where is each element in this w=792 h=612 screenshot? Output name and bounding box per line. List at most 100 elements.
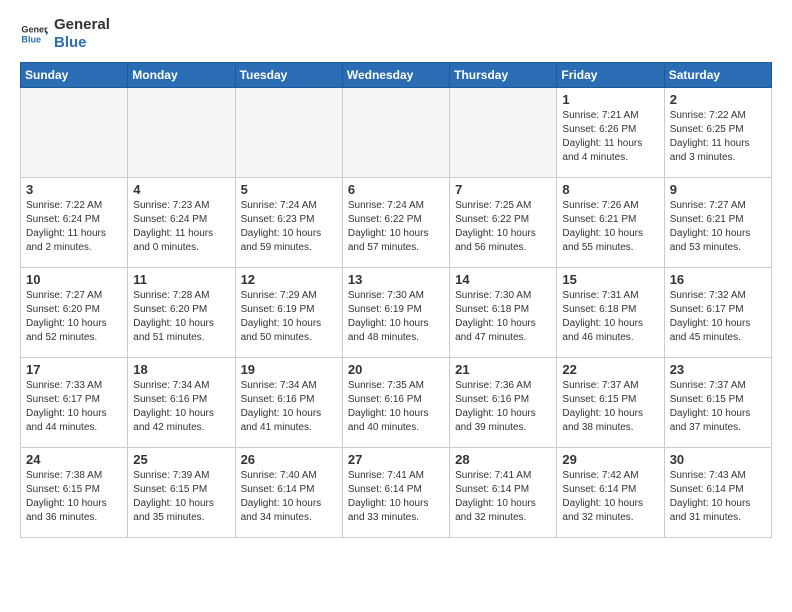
day-number: 21 <box>455 362 551 377</box>
day-info: Sunrise: 7:24 AM Sunset: 6:23 PM Dayligh… <box>241 199 337 255</box>
calendar: SundayMondayTuesdayWednesdayThursdayFrid… <box>20 62 772 538</box>
day-cell: 22 Sunrise: 7:37 AM Sunset: 6:15 PM Dayli… <box>557 358 664 448</box>
day-cell: 21 Sunrise: 7:36 AM Sunset: 6:16 PM Dayli… <box>450 358 557 448</box>
day-info: Sunrise: 7:37 AM Sunset: 6:15 PM Dayligh… <box>562 379 658 435</box>
day-info: Sunrise: 7:38 AM Sunset: 6:15 PM Dayligh… <box>26 469 122 525</box>
day-info: Sunrise: 7:24 AM Sunset: 6:22 PM Dayligh… <box>348 199 444 255</box>
svg-text:Blue: Blue <box>21 34 41 44</box>
day-info: Sunrise: 7:41 AM Sunset: 6:14 PM Dayligh… <box>455 469 551 525</box>
day-cell: 7 Sunrise: 7:25 AM Sunset: 6:22 PM Daylig… <box>450 178 557 268</box>
week-row-2: 10 Sunrise: 7:27 AM Sunset: 6:20 PM Dayli… <box>21 268 772 358</box>
weekday-header-friday: Friday <box>557 63 664 88</box>
day-cell <box>128 88 235 178</box>
day-number: 11 <box>133 272 229 287</box>
day-number: 24 <box>26 452 122 467</box>
day-info: Sunrise: 7:25 AM Sunset: 6:22 PM Dayligh… <box>455 199 551 255</box>
day-cell: 30Sunrise: 7:43 AM Sunset: 6:14 PM Dayli… <box>664 448 771 538</box>
day-number: 14 <box>455 272 551 287</box>
day-info: Sunrise: 7:34 AM Sunset: 6:16 PM Dayligh… <box>133 379 229 435</box>
day-cell: 11 Sunrise: 7:28 AM Sunset: 6:20 PM Dayli… <box>128 268 235 358</box>
day-cell: 17 Sunrise: 7:33 AM Sunset: 6:17 PM Dayli… <box>21 358 128 448</box>
day-info: Sunrise: 7:41 AM Sunset: 6:14 PM Dayligh… <box>348 469 444 525</box>
day-cell: 2 Sunrise: 7:22 AM Sunset: 6:25 PM Daylig… <box>664 88 771 178</box>
day-number: 7 <box>455 182 551 197</box>
day-number: 10 <box>26 272 122 287</box>
header: General Blue General Blue <box>20 16 772 52</box>
day-info: Sunrise: 7:35 AM Sunset: 6:16 PM Dayligh… <box>348 379 444 435</box>
day-cell: 29 Sunrise: 7:42 AM Sunset: 6:14 PM Dayli… <box>557 448 664 538</box>
day-info: Sunrise: 7:27 AM Sunset: 6:21 PM Dayligh… <box>670 199 766 255</box>
day-number: 2 <box>670 92 766 107</box>
day-number: 5 <box>241 182 337 197</box>
day-cell: 14 Sunrise: 7:30 AM Sunset: 6:18 PM Dayli… <box>450 268 557 358</box>
day-info: Sunrise: 7:28 AM Sunset: 6:20 PM Dayligh… <box>133 289 229 345</box>
weekday-header-thursday: Thursday <box>450 63 557 88</box>
day-cell: 13 Sunrise: 7:30 AM Sunset: 6:19 PM Dayli… <box>342 268 449 358</box>
day-number: 20 <box>348 362 444 377</box>
day-cell: 24 Sunrise: 7:38 AM Sunset: 6:15 PM Dayli… <box>21 448 128 538</box>
day-number: 25 <box>133 452 229 467</box>
logo: General Blue General Blue <box>20 16 110 52</box>
day-info: Sunrise: 7:33 AM Sunset: 6:17 PM Dayligh… <box>26 379 122 435</box>
day-info: Sunrise: 7:22 AM Sunset: 6:25 PM Dayligh… <box>670 109 766 165</box>
day-number: 22 <box>562 362 658 377</box>
day-cell: 6 Sunrise: 7:24 AM Sunset: 6:22 PM Daylig… <box>342 178 449 268</box>
day-number: 1 <box>562 92 658 107</box>
day-info: Sunrise: 7:32 AM Sunset: 6:17 PM Dayligh… <box>670 289 766 345</box>
day-info: Sunrise: 7:21 AM Sunset: 6:26 PM Dayligh… <box>562 109 658 165</box>
day-number: 27 <box>348 452 444 467</box>
day-number: 6 <box>348 182 444 197</box>
day-number: 29 <box>562 452 658 467</box>
day-info: Sunrise: 7:29 AM Sunset: 6:19 PM Dayligh… <box>241 289 337 345</box>
page: General Blue General Blue SundayMondayTu… <box>0 0 792 554</box>
day-cell: 18 Sunrise: 7:34 AM Sunset: 6:16 PM Dayli… <box>128 358 235 448</box>
day-cell: 12 Sunrise: 7:29 AM Sunset: 6:19 PM Dayli… <box>235 268 342 358</box>
day-info: Sunrise: 7:37 AM Sunset: 6:15 PM Dayligh… <box>670 379 766 435</box>
day-info: Sunrise: 7:42 AM Sunset: 6:14 PM Dayligh… <box>562 469 658 525</box>
day-number: 26 <box>241 452 337 467</box>
logo-icon: General Blue <box>20 20 48 48</box>
day-info: Sunrise: 7:34 AM Sunset: 6:16 PM Dayligh… <box>241 379 337 435</box>
day-cell: 19 Sunrise: 7:34 AM Sunset: 6:16 PM Dayli… <box>235 358 342 448</box>
weekday-header-sunday: Sunday <box>21 63 128 88</box>
weekday-header-row: SundayMondayTuesdayWednesdayThursdayFrid… <box>21 63 772 88</box>
weekday-header-saturday: Saturday <box>664 63 771 88</box>
svg-text:General: General <box>21 25 48 35</box>
day-cell: 27 Sunrise: 7:41 AM Sunset: 6:14 PM Dayli… <box>342 448 449 538</box>
day-cell: 28 Sunrise: 7:41 AM Sunset: 6:14 PM Dayli… <box>450 448 557 538</box>
day-info: Sunrise: 7:30 AM Sunset: 6:19 PM Dayligh… <box>348 289 444 345</box>
day-number: 4 <box>133 182 229 197</box>
day-number: 9 <box>670 182 766 197</box>
day-cell: 26 Sunrise: 7:40 AM Sunset: 6:14 PM Dayli… <box>235 448 342 538</box>
day-cell: 8Sunrise: 7:26 AM Sunset: 6:21 PM Daylig… <box>557 178 664 268</box>
week-row-4: 24 Sunrise: 7:38 AM Sunset: 6:15 PM Dayli… <box>21 448 772 538</box>
day-number: 17 <box>26 362 122 377</box>
week-row-3: 17 Sunrise: 7:33 AM Sunset: 6:17 PM Dayli… <box>21 358 772 448</box>
day-info: Sunrise: 7:43 AM Sunset: 6:14 PM Dayligh… <box>670 469 766 525</box>
day-cell: 3 Sunrise: 7:22 AM Sunset: 6:24 PM Daylig… <box>21 178 128 268</box>
day-number: 12 <box>241 272 337 287</box>
day-cell: 23Sunrise: 7:37 AM Sunset: 6:15 PM Dayli… <box>664 358 771 448</box>
day-number: 3 <box>26 182 122 197</box>
day-cell: 25 Sunrise: 7:39 AM Sunset: 6:15 PM Dayli… <box>128 448 235 538</box>
day-number: 15 <box>562 272 658 287</box>
day-info: Sunrise: 7:39 AM Sunset: 6:15 PM Dayligh… <box>133 469 229 525</box>
day-number: 13 <box>348 272 444 287</box>
day-cell: 10 Sunrise: 7:27 AM Sunset: 6:20 PM Dayli… <box>21 268 128 358</box>
day-cell: 4Sunrise: 7:23 AM Sunset: 6:24 PM Daylig… <box>128 178 235 268</box>
day-number: 19 <box>241 362 337 377</box>
day-number: 28 <box>455 452 551 467</box>
day-cell <box>342 88 449 178</box>
logo-text: General <box>54 16 110 34</box>
day-info: Sunrise: 7:36 AM Sunset: 6:16 PM Dayligh… <box>455 379 551 435</box>
day-info: Sunrise: 7:22 AM Sunset: 6:24 PM Dayligh… <box>26 199 122 255</box>
day-cell <box>21 88 128 178</box>
day-cell <box>235 88 342 178</box>
day-info: Sunrise: 7:40 AM Sunset: 6:14 PM Dayligh… <box>241 469 337 525</box>
week-row-0: 1 Sunrise: 7:21 AM Sunset: 6:26 PM Daylig… <box>21 88 772 178</box>
day-cell <box>450 88 557 178</box>
day-info: Sunrise: 7:27 AM Sunset: 6:20 PM Dayligh… <box>26 289 122 345</box>
day-info: Sunrise: 7:26 AM Sunset: 6:21 PM Dayligh… <box>562 199 658 255</box>
day-info: Sunrise: 7:30 AM Sunset: 6:18 PM Dayligh… <box>455 289 551 345</box>
day-number: 18 <box>133 362 229 377</box>
